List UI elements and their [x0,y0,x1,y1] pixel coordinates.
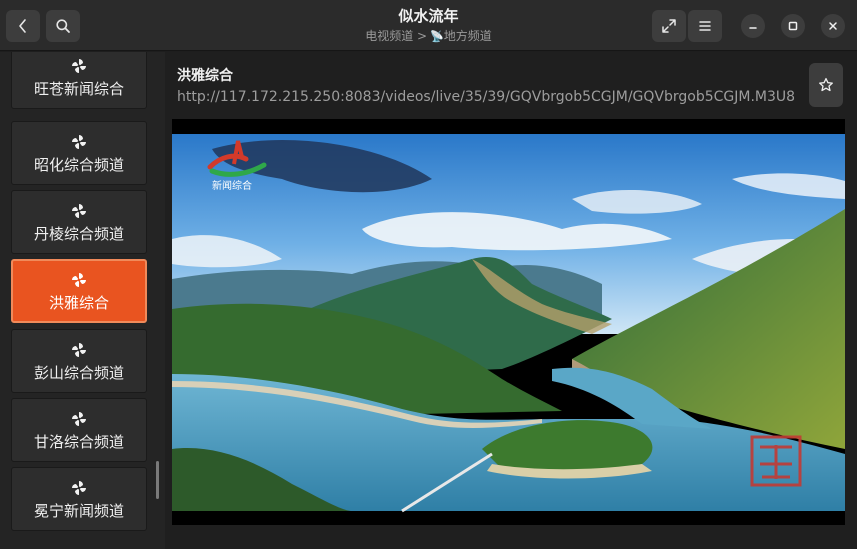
channel-label: 彭山综合频道 [33,364,124,382]
channel-label: 冕宁新闻频道 [33,502,124,520]
channel-pinwheel-icon [72,273,86,287]
channel-sidebar[interactable]: 旺苍新闻综合 昭化综合频道 丹棱综合频道 洪雅综合 彭山综合频道 甘洛综合频道 … [0,52,165,549]
channel-item[interactable]: 冕宁新闻频道 [11,467,147,531]
channel-item[interactable]: 丹棱综合频道 [11,190,147,254]
channel-pinwheel-icon [72,204,86,218]
channel-item[interactable]: 昭化综合频道 [11,121,147,185]
video-player[interactable]: 新闻综合 [172,119,845,525]
header-bar: 似水流年 电视频道 > 📡地方频道 [0,0,857,51]
back-button[interactable] [6,10,40,42]
breadcrumb-current: 地方频道 [443,29,492,43]
minimize-icon [749,27,757,29]
channel-label: 旺苍新闻综合 [33,80,124,98]
search-button[interactable] [46,10,80,42]
channel-title: 洪雅综合 [177,68,233,84]
stream-url: http://117.172.215.250:8083/videos/live/… [177,89,796,105]
minimize-button[interactable] [741,14,765,38]
fullscreen-icon [662,19,676,33]
channel-pinwheel-icon [72,343,86,357]
channel-label: 昭化综合频道 [33,156,124,174]
maximize-icon [788,21,798,31]
hamburger-menu-icon [699,21,711,31]
close-icon [829,22,837,30]
favorite-button[interactable] [809,63,843,107]
channel-pinwheel-icon [72,59,86,73]
logo-caption: 新闻综合 [212,179,252,192]
breadcrumb-separator: > [417,29,428,43]
main-panel: 洪雅综合 http://117.172.215.250:8083/videos/… [165,52,857,549]
window-title: 似水流年 [398,7,459,25]
maximize-button[interactable] [781,14,805,38]
breadcrumb: 电视频道 > 📡地方频道 [0,28,857,45]
channel-item[interactable]: 彭山综合频道 [11,329,147,393]
main-menu-button[interactable] [688,10,722,42]
channel-item[interactable]: 旺苍新闻综合 [11,52,147,109]
channel-pinwheel-icon [72,412,86,426]
channel-pinwheel-icon [72,135,86,149]
breadcrumb-parent: 电视频道 [365,29,414,43]
channel-label: 洪雅综合 [48,294,109,312]
channel-label: 甘洛综合频道 [33,433,124,451]
video-frame: 新闻综合 [172,119,845,525]
back-icon [19,19,26,33]
sidebar-scrollbar[interactable] [156,461,159,499]
channel-label: 丹棱综合频道 [33,225,124,243]
search-icon [56,19,70,33]
channel-item-active[interactable]: 洪雅综合 [11,259,147,323]
fullscreen-button[interactable] [652,10,686,42]
close-button[interactable] [821,14,845,38]
channel-pinwheel-icon [72,481,86,495]
satellite-icon: 📡 [430,30,444,43]
star-icon [819,77,833,92]
channel-item[interactable]: 甘洛综合频道 [11,398,147,462]
title-block: 似水流年 电视频道 > 📡地方频道 [0,6,857,45]
